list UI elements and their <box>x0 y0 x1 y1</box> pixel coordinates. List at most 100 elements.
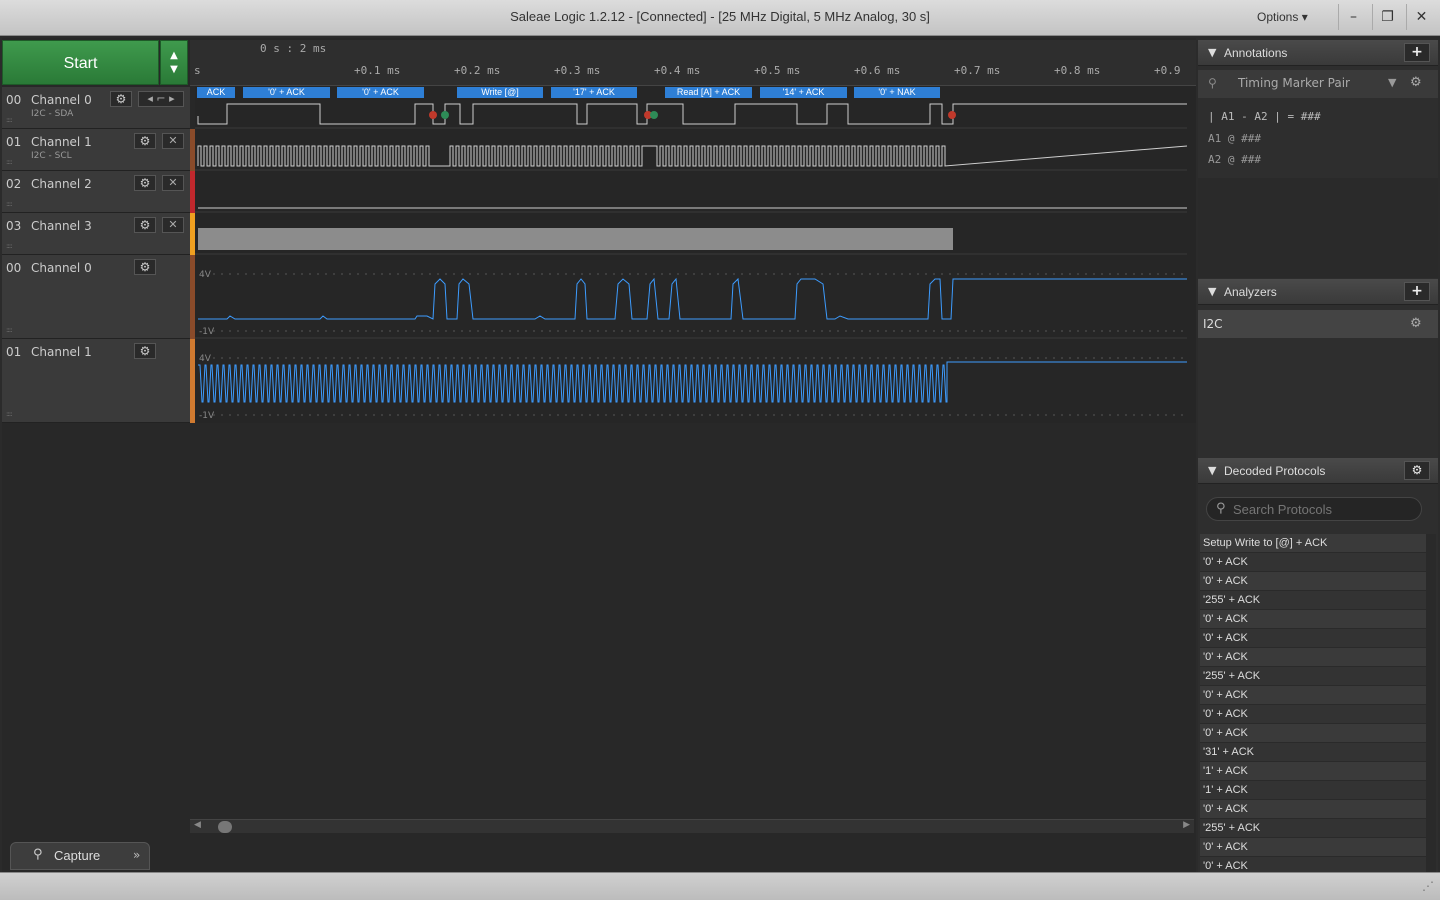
channel-row[interactable]: 02 Channel 2 :::: ⚙ ✕ <box>2 171 190 213</box>
list-item[interactable]: Setup Write to [@] + ACK <box>1200 534 1426 553</box>
options-menu[interactable]: Options ▾ <box>1257 10 1308 24</box>
channel-name[interactable]: Channel 2 <box>31 177 92 191</box>
gear-icon[interactable]: ⚙ <box>134 217 156 233</box>
trigger-icon[interactable]: ◂ ⌐ ▸ <box>138 91 184 107</box>
start-options-button[interactable]: ▲ ▼ <box>160 40 188 85</box>
list-item[interactable]: '1' + ACK <box>1200 781 1426 800</box>
protocol-label[interactable]: '0' + ACK <box>243 87 330 98</box>
list-item[interactable]: '0' + ACK <box>1200 686 1426 705</box>
chevron-down-icon[interactable]: ▼ <box>1388 76 1396 89</box>
gear-icon[interactable]: ⚙ <box>134 133 156 149</box>
channel-row[interactable]: 01 Channel 1 I2C - SCL :::: ⚙ ✕ <box>2 129 190 171</box>
protocol-label[interactable]: '0' + ACK <box>337 87 424 98</box>
gear-icon[interactable]: ⚙ <box>1404 461 1430 480</box>
channel-name[interactable]: Channel 0 <box>31 93 92 107</box>
collapse-icon[interactable]: ▼ <box>1208 285 1216 298</box>
gear-icon[interactable]: ⚙ <box>134 343 156 359</box>
list-item[interactable]: '0' + ACK <box>1200 838 1426 857</box>
list-item[interactable]: '255' + ACK <box>1200 667 1426 686</box>
restore-icon[interactable]: ❐ <box>1372 4 1402 30</box>
gear-icon[interactable]: ⚙ <box>1410 316 1422 331</box>
gear-icon[interactable]: ⚙ <box>134 259 156 275</box>
list-item[interactable]: '0' + ACK <box>1200 553 1426 572</box>
marker-a2: A2 @ ### <box>1208 153 1261 166</box>
scroll-left-icon[interactable]: ◀ <box>194 820 201 830</box>
channel-name[interactable]: Channel 0 <box>31 261 92 275</box>
drag-handle-icon[interactable]: :::: <box>6 326 13 334</box>
channel-row[interactable]: 00 Channel 0 I2C - SDA :::: ⚙ ◂ ⌐ ▸ <box>2 87 190 129</box>
analyzer-name: I2C <box>1203 317 1223 331</box>
list-item[interactable]: '0' + ACK <box>1200 705 1426 724</box>
collapse-icon[interactable]: ▼ <box>1208 46 1216 59</box>
collapse-icon[interactable]: ▼ <box>1208 464 1216 477</box>
analog-channel-row[interactable]: 00 Channel 0 :::: ⚙ <box>2 255 190 339</box>
add-analyzer-button[interactable]: + <box>1404 282 1430 301</box>
vertical-scrollbar[interactable] <box>1426 534 1436 872</box>
analog-channel-row[interactable]: 01 Channel 1 :::: ⚙ <box>2 339 190 423</box>
list-item[interactable]: '0' + ACK <box>1200 648 1426 667</box>
gear-icon[interactable]: ⚙ <box>1410 75 1422 90</box>
gear-icon[interactable]: ⚙ <box>110 91 132 107</box>
minimize-icon[interactable]: – <box>1338 4 1368 30</box>
channel-number: 00 <box>6 261 22 275</box>
list-item[interactable]: '0' + ACK <box>1200 610 1426 629</box>
analyzers-header[interactable]: ▼ Analyzers + <box>1198 279 1438 305</box>
close-icon[interactable]: ✕ <box>162 175 184 191</box>
list-item[interactable]: '1' + ACK <box>1200 762 1426 781</box>
start-button[interactable]: Start <box>2 40 159 85</box>
scroll-right-icon[interactable]: ▶ <box>1183 820 1190 830</box>
protocol-label[interactable]: Write [@] <box>457 87 543 98</box>
list-item[interactable]: '0' + ACK <box>1200 857 1426 872</box>
gear-icon[interactable]: ⚙ <box>134 175 156 191</box>
channel-number: 01 <box>6 345 22 359</box>
drag-handle-icon[interactable]: :::: <box>6 200 13 208</box>
search-protocols[interactable]: ⚲ <box>1206 497 1422 521</box>
timing-marker-label: Timing Marker Pair <box>1238 76 1350 90</box>
search-icon: ⚲ <box>1216 501 1226 516</box>
marker-difference: | A1 - A2 | = ### <box>1208 110 1321 123</box>
channel-name[interactable]: Channel 3 <box>31 219 92 233</box>
list-item[interactable]: '0' + ACK <box>1200 800 1426 819</box>
search-input[interactable] <box>1233 500 1413 518</box>
protocol-label[interactable]: ACK <box>197 87 235 98</box>
list-item[interactable]: '0' + ACK <box>1200 629 1426 648</box>
protocol-label[interactable]: Read [A] + ACK <box>665 87 752 98</box>
list-item[interactable]: '31' + ACK <box>1200 743 1426 762</box>
timing-marker-row[interactable]: ⚲ Timing Marker Pair ▼ ⚙ <box>1198 70 1438 98</box>
analyzer-item[interactable]: I2C ⚙ <box>1198 310 1438 338</box>
protocol-label[interactable]: '17' + ACK <box>551 87 637 98</box>
channel-name[interactable]: Channel 1 <box>31 135 92 149</box>
annotations-header[interactable]: ▼ Annotations + <box>1198 40 1438 66</box>
list-item[interactable]: '255' + ACK <box>1200 819 1426 838</box>
channel-row[interactable]: 03 Channel 3 :::: ⚙ ✕ <box>2 213 190 255</box>
add-annotation-button[interactable]: + <box>1404 43 1430 62</box>
decoded-protocol-list[interactable]: Setup Write to [@] + ACK '0' + ACK '0' + A… <box>1200 534 1426 872</box>
list-item[interactable]: '0' + ACK <box>1200 572 1426 591</box>
close-icon[interactable]: ✕ <box>162 133 184 149</box>
scroll-thumb[interactable] <box>218 821 232 833</box>
decoded-protocols-title: Decoded Protocols <box>1224 464 1326 478</box>
protocol-label[interactable]: '14' + ACK <box>760 87 847 98</box>
protocol-label[interactable]: '0' + NAK <box>854 87 940 98</box>
capture-tab[interactable]: ⚲ Capture » <box>10 842 150 870</box>
waveform-svg: 4V -1V 4V -1V <box>195 103 1188 421</box>
ruler-origin: 0 s : 2 ms <box>260 42 327 55</box>
list-item[interactable]: '255' + ACK <box>1200 591 1426 610</box>
channel-name[interactable]: Channel 1 <box>31 345 92 359</box>
drag-handle-icon[interactable]: :::: <box>6 410 13 418</box>
decoded-protocols-header[interactable]: ▼ Decoded Protocols ⚙ <box>1198 458 1438 484</box>
ruler-tick: s <box>194 64 201 77</box>
resize-grip-icon[interactable]: ⋰ <box>1422 879 1434 893</box>
drag-handle-icon[interactable]: :::: <box>6 242 13 250</box>
ruler-tick: +0.9 <box>1154 64 1181 77</box>
close-icon[interactable]: ✕ <box>162 217 184 233</box>
horizontal-scrollbar[interactable]: ◀ ▶ <box>190 819 1194 833</box>
waveform-area[interactable]: 4V -1V 4V -1V ACK '0' + ACK '0' + ACK Wr… <box>195 86 1196 423</box>
drag-handle-icon[interactable]: :::: <box>6 116 13 124</box>
list-item[interactable]: '0' + ACK <box>1200 724 1426 743</box>
time-ruler[interactable]: 0 s : 2 ms s +0.1 ms +0.2 ms +0.3 ms +0.… <box>190 40 1196 86</box>
expand-tabs-icon[interactable]: » <box>133 848 140 862</box>
capture-search-icon: ⚲ <box>33 847 43 862</box>
close-icon[interactable]: ✕ <box>1406 4 1436 30</box>
drag-handle-icon[interactable]: :::: <box>6 158 13 166</box>
